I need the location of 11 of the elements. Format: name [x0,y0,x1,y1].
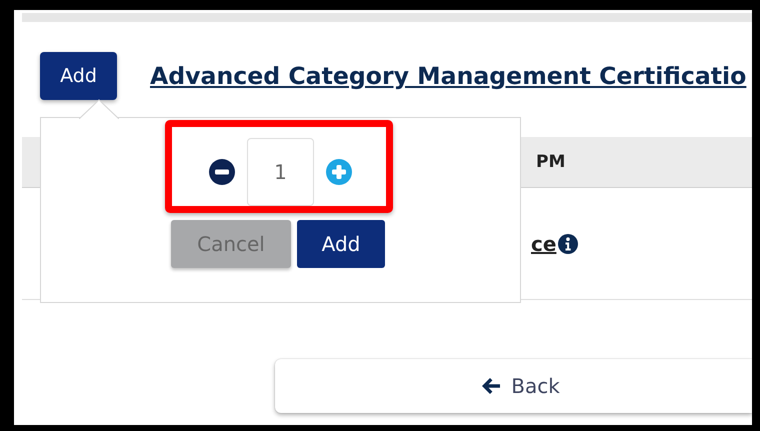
back-arrow-icon [481,377,502,395]
course-link[interactable]: ce [531,232,556,256]
add-button[interactable]: Add [40,52,117,100]
quantity-field[interactable]: 1 [247,138,314,206]
add-button[interactable]: Add [297,220,385,268]
back-button[interactable]: Back [275,359,752,413]
time-text: PM [536,152,566,172]
plus-icon[interactable] [326,159,352,185]
course-title-link[interactable]: Advanced Category Management Certificatio [150,62,746,90]
info-icon[interactable] [558,234,578,254]
minus-icon[interactable] [209,159,235,185]
